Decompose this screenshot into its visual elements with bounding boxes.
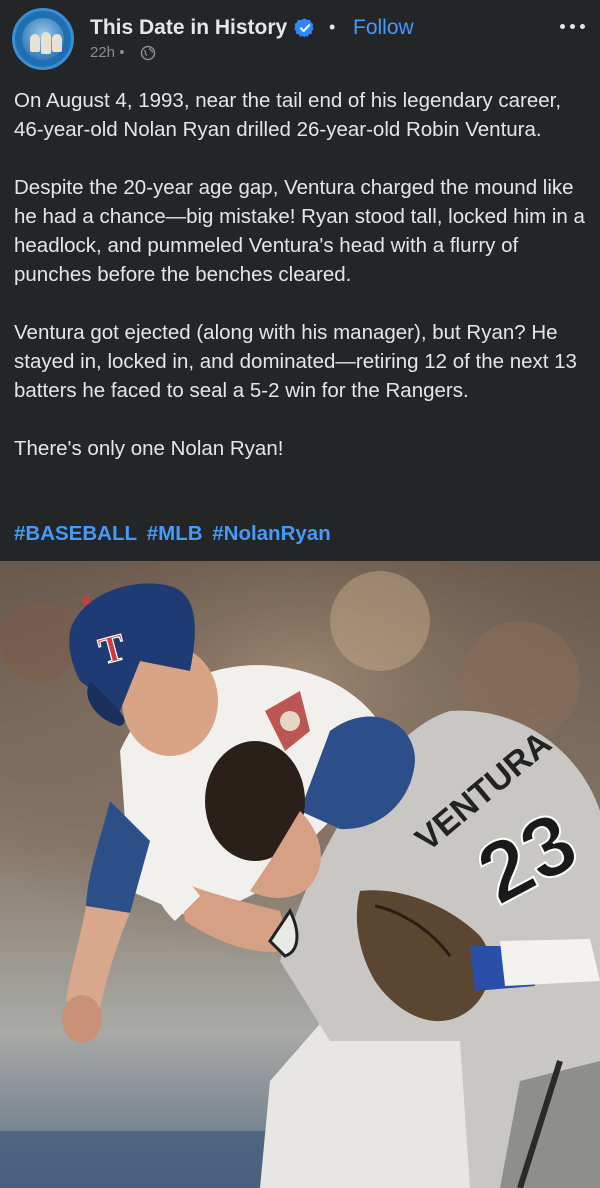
globe-icon xyxy=(140,45,156,61)
post-timestamp[interactable]: 22h • xyxy=(90,44,124,61)
post-paragraph: Ventura got ejected (along with his mana… xyxy=(14,321,577,402)
follow-button[interactable]: Follow xyxy=(353,16,414,40)
more-options-icon[interactable] xyxy=(558,14,588,38)
hashtags: #BASEBALL #MLB #NolanRyan xyxy=(14,522,335,546)
post-text: On August 4, 1993, near the tail end of … xyxy=(14,86,590,492)
verified-badge-icon xyxy=(294,18,314,38)
fight-photo-illustration: T VENTURA 23 xyxy=(0,561,600,1188)
avatar-figure xyxy=(41,32,51,54)
page-avatar[interactable] xyxy=(12,8,74,70)
post-paragraph: On August 4, 1993, near the tail end of … xyxy=(14,89,562,141)
avatar-figure xyxy=(30,34,40,52)
avatar-figure xyxy=(52,34,62,52)
post-paragraph: Despite the 20-year age gap, Ventura cha… xyxy=(14,176,585,286)
hashtag-link[interactable]: #NolanRyan xyxy=(212,522,330,545)
post-card: This Date in History • Follow 22h • On A… xyxy=(0,0,600,1188)
post-paragraph: There's only one Nolan Ryan! xyxy=(14,437,284,460)
hashtag-link[interactable]: #BASEBALL xyxy=(14,522,137,545)
page-name[interactable]: This Date in History xyxy=(90,16,287,40)
hashtag-link[interactable]: #MLB xyxy=(147,522,203,545)
post-header: This Date in History • Follow 22h • xyxy=(0,0,600,80)
separator-dot: • xyxy=(329,17,336,37)
avatar-image xyxy=(22,18,64,60)
post-photo[interactable]: T VENTURA 23 xyxy=(0,561,600,1188)
